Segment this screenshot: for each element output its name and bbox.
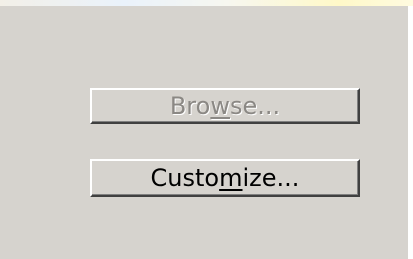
customize-button[interactable]: Custo m ize... [90,159,360,197]
customize-button-mnemonic: m [219,164,243,192]
browse-button[interactable]: Bro w se... [90,88,360,124]
browse-button-mnemonic: w [210,92,230,120]
browse-button-label-end: se... [229,92,281,120]
dialog-panel: Bro w se... Custo m ize... [0,6,408,259]
customize-button-label-end: ize... [242,164,300,192]
browse-button-label-start: Bro [169,92,211,120]
customize-button-label-start: Custo [150,164,220,192]
